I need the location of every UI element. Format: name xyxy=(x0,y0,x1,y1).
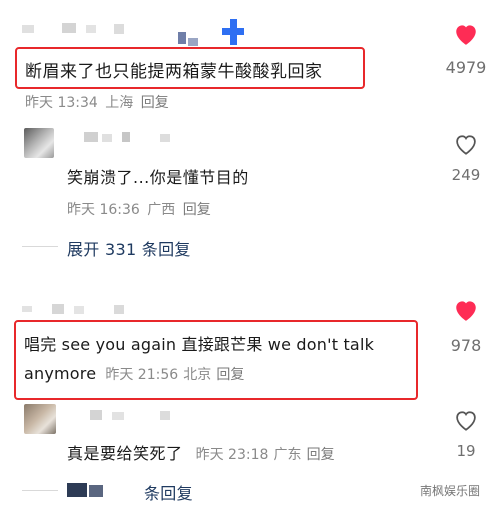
like-button[interactable]: 249 xyxy=(436,132,490,184)
obscured-count xyxy=(67,481,107,499)
comment-text: 断眉来了也只能提两箱蒙牛酸酸乳回家 xyxy=(25,62,323,82)
heart-outline-icon xyxy=(456,135,476,155)
heart-filled-icon xyxy=(456,301,476,321)
comment-time: 昨天 21:56 xyxy=(105,367,179,383)
comment-text-line-1: 唱完 see you again 直接跟芒果 we don't talk xyxy=(24,335,375,354)
comment-line: 真是要给笑死了 昨天 23:18 广东 回复 xyxy=(67,440,335,464)
comment-location: 上海 xyxy=(105,95,134,111)
expand-replies-button[interactable]: 展开 331 条回复 xyxy=(67,236,191,260)
comment-text-line-2: anymore 昨天 21:56 北京 回复 xyxy=(24,364,244,384)
like-count: 4979 xyxy=(445,58,487,77)
comment-meta: 昨天 13:34 上海 回复 xyxy=(25,92,172,112)
comment-time: 昨天 13:34 xyxy=(25,95,98,111)
plus-badge-icon xyxy=(222,19,244,45)
username-blurred xyxy=(72,128,192,144)
comment-text: 真是要给笑死了 xyxy=(67,444,183,463)
like-count: 249 xyxy=(451,166,481,184)
heart-filled-icon xyxy=(456,25,476,45)
avatar-fragment xyxy=(178,22,200,46)
comment-location: 北京 xyxy=(183,367,212,383)
reply-button[interactable]: 回复 xyxy=(216,367,244,383)
username-blurred xyxy=(80,406,200,422)
comment-text: 笑崩溃了...你是懂节目的 xyxy=(67,168,249,187)
comment-time: 昨天 16:36 xyxy=(67,202,140,218)
like-button[interactable]: 19 xyxy=(436,408,490,460)
like-button[interactable]: 4979 xyxy=(436,22,490,77)
avatar[interactable] xyxy=(24,404,56,434)
comment-location: 广东 xyxy=(273,447,302,463)
reply-button[interactable]: 回复 xyxy=(307,447,335,463)
expand-divider xyxy=(22,490,58,491)
comment-time: 昨天 23:18 xyxy=(195,447,269,463)
expand-divider xyxy=(22,246,58,247)
like-count: 19 xyxy=(456,442,476,460)
heart-outline-icon xyxy=(456,411,476,431)
comment-location: 广西 xyxy=(147,202,176,218)
reply-button[interactable]: 回复 xyxy=(141,95,169,111)
comment-meta: 昨天 16:36 广西 回复 xyxy=(67,199,214,219)
expand-replies-button[interactable]: 条回复 xyxy=(144,480,193,504)
username-blurred xyxy=(22,300,142,316)
like-count: 978 xyxy=(450,336,482,355)
like-button[interactable]: 978 xyxy=(436,298,490,355)
username-blurred xyxy=(22,19,142,41)
reply-button[interactable]: 回复 xyxy=(183,202,211,218)
avatar[interactable] xyxy=(24,128,54,158)
comment-text-tail: anymore xyxy=(24,364,97,383)
watermark: 南枫娱乐圈 xyxy=(415,480,484,501)
